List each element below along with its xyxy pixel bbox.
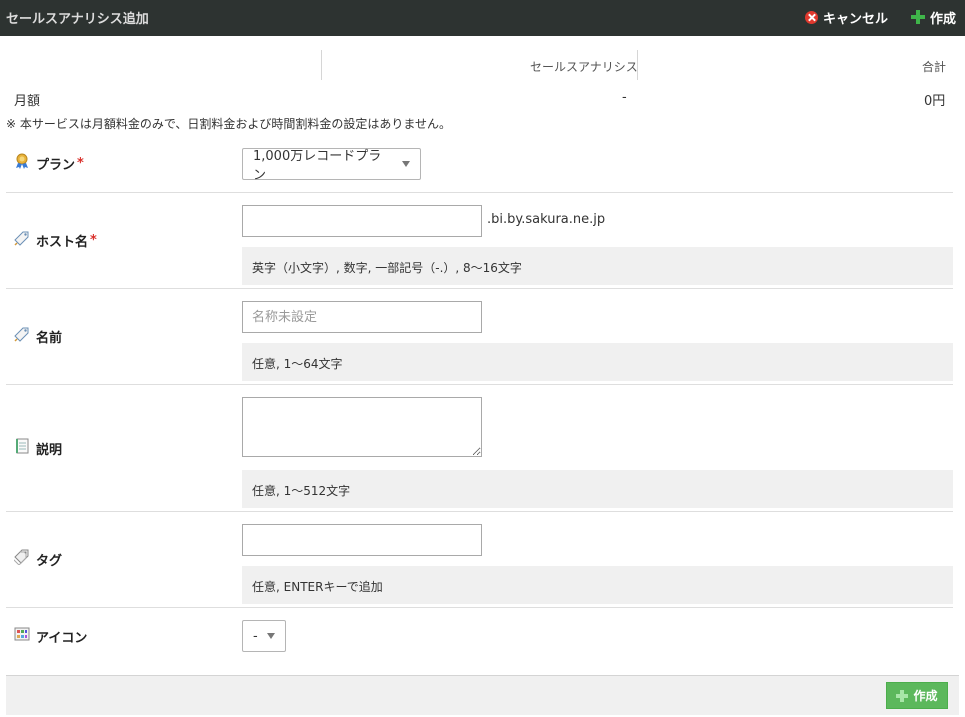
description-label-text: 説明 <box>36 442 63 458</box>
hostname-suffix: .bi.by.sakura.ne.jp <box>487 212 606 227</box>
row-divider <box>6 384 953 385</box>
tags-label: タグ <box>12 549 63 569</box>
description-hint: 任意, 1〜512文字 <box>242 470 953 508</box>
pricing-total-header: 合計 <box>922 60 947 74</box>
icon-select-value: - <box>253 628 258 644</box>
plan-label: プラン * <box>14 153 84 173</box>
title-bar: セールスアナリシス追加 キャンセル 作成 <box>0 0 965 36</box>
create-label: 作成 <box>930 11 957 27</box>
create-button[interactable]: 作成 <box>911 6 956 28</box>
plan-select[interactable]: 1,000万レコードプラン <box>242 148 421 183</box>
footer-create-button[interactable]: 作成 <box>886 682 948 709</box>
description-textarea[interactable] <box>242 397 482 457</box>
plus-icon <box>911 10 925 24</box>
required-mark: * <box>77 155 84 171</box>
tags-input[interactable] <box>242 524 482 556</box>
row-divider <box>6 288 953 289</box>
hostname-hint: 英字（小文字）, 数字, 一部記号（-.）, 8〜16文字 <box>242 247 953 285</box>
tag-label-icon <box>14 230 30 250</box>
pricing-product-header: セールスアナリシス <box>530 60 638 74</box>
hostname-label: ホスト名 * <box>14 230 97 250</box>
name-hint: 任意, 1〜64文字 <box>242 343 953 381</box>
plan-label-text: プラン <box>36 157 76 173</box>
required-mark: * <box>90 232 97 248</box>
row-divider <box>6 607 953 608</box>
tag-label-icon <box>14 326 30 346</box>
cancel-label: キャンセル <box>823 11 889 27</box>
row-divider <box>6 192 953 193</box>
tags-hint: 任意, ENTERキーで追加 <box>242 566 953 604</box>
hostname-input[interactable] <box>242 205 482 237</box>
page-title: セールスアナリシス追加 <box>6 12 149 27</box>
icon-label-text: アイコン <box>36 630 88 646</box>
footer-create-label: 作成 <box>913 689 938 703</box>
name-label-text: 名前 <box>36 330 63 346</box>
form-footer <box>6 675 959 715</box>
icon-label: アイコン <box>14 626 87 646</box>
cancel-icon <box>805 10 818 24</box>
plan-select-value: 1,000万レコードプラン <box>253 149 382 183</box>
chevron-down-icon <box>402 161 410 167</box>
tags-icon <box>12 549 30 569</box>
pricing-row-total: 0円 <box>924 94 946 109</box>
cancel-button[interactable]: キャンセル <box>805 6 888 28</box>
icon-grid-icon <box>14 626 30 646</box>
description-label: 説明 <box>14 438 62 458</box>
pricing-row-label: 月額 <box>14 94 41 109</box>
pricing-notice: ※ 本サービスは月額料金のみで、日割料金および時間割料金の設定はありません。 <box>6 117 452 131</box>
name-label: 名前 <box>14 326 62 346</box>
hostname-label-text: ホスト名 <box>36 234 89 250</box>
pricing-row-value: - <box>622 90 627 105</box>
row-divider <box>6 511 953 512</box>
chevron-down-icon <box>266 633 275 639</box>
plus-icon <box>896 689 909 702</box>
award-ribbon-icon <box>14 153 30 173</box>
column-divider <box>321 50 322 80</box>
icon-select[interactable]: - <box>242 620 286 652</box>
name-input[interactable] <box>242 301 482 333</box>
notepad-icon <box>14 438 30 458</box>
tags-label-text: タグ <box>36 553 63 569</box>
